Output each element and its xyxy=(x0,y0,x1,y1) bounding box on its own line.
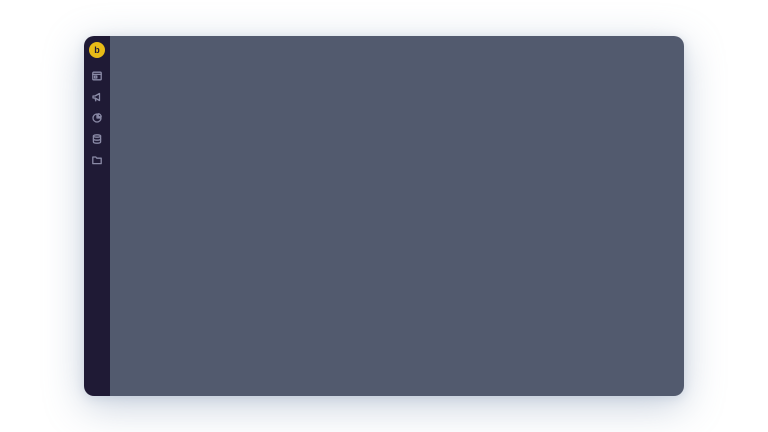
sidebar-item-dashboard[interactable] xyxy=(86,67,108,85)
sidebar-item-data[interactable] xyxy=(86,130,108,148)
sidebar-item-campaigns[interactable] xyxy=(86,88,108,106)
database-icon xyxy=(92,134,102,144)
folder-icon xyxy=(92,156,102,165)
sidebar-item-reports[interactable] xyxy=(86,109,108,127)
main-content-area xyxy=(110,36,684,396)
app-logo[interactable]: b xyxy=(89,42,105,58)
sidebar: b xyxy=(84,36,110,396)
megaphone-icon xyxy=(92,92,101,102)
app-logo-letter: b xyxy=(94,44,100,55)
app-window: b xyxy=(84,36,684,396)
page-background: b xyxy=(0,0,768,432)
pie-chart-icon xyxy=(92,113,102,123)
dashboard-icon xyxy=(92,71,102,81)
sidebar-item-files[interactable] xyxy=(86,151,108,169)
